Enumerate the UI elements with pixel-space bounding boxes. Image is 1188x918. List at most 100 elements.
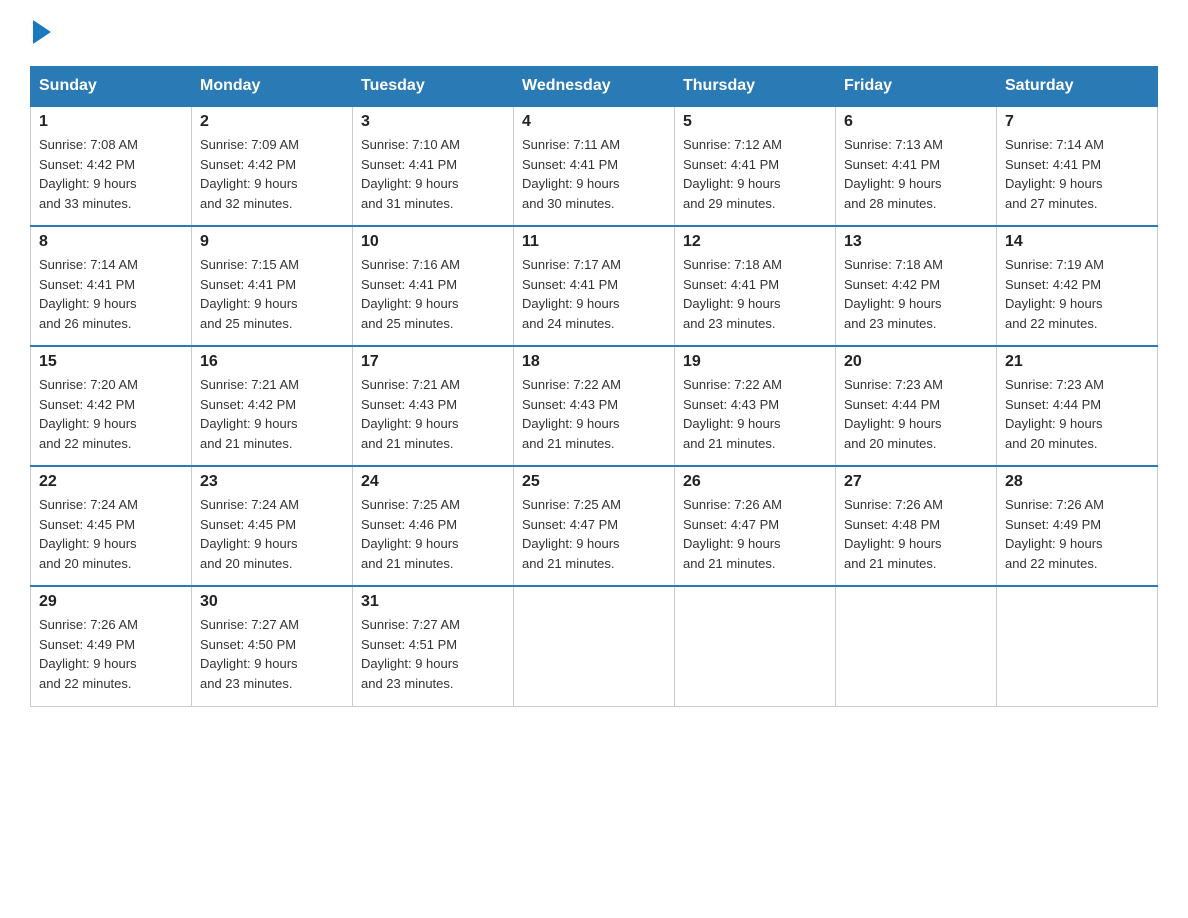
day-number: 31 [361, 593, 505, 611]
day-number: 21 [1005, 353, 1149, 371]
calendar-cell: 15 Sunrise: 7:20 AMSunset: 4:42 PMDayligh… [31, 346, 192, 466]
day-info: Sunrise: 7:12 AMSunset: 4:41 PMDaylight:… [683, 135, 827, 213]
col-header-wednesday: Wednesday [514, 67, 675, 107]
day-info: Sunrise: 7:26 AMSunset: 4:47 PMDaylight:… [683, 495, 827, 573]
calendar-cell: 31 Sunrise: 7:27 AMSunset: 4:51 PMDayligh… [353, 586, 514, 706]
calendar-cell: 16 Sunrise: 7:21 AMSunset: 4:42 PMDayligh… [192, 346, 353, 466]
calendar-cell [997, 586, 1158, 706]
day-number: 23 [200, 473, 344, 491]
col-header-sunday: Sunday [31, 67, 192, 107]
day-info: Sunrise: 7:11 AMSunset: 4:41 PMDaylight:… [522, 135, 666, 213]
day-number: 13 [844, 233, 988, 251]
day-info: Sunrise: 7:25 AMSunset: 4:47 PMDaylight:… [522, 495, 666, 573]
day-info: Sunrise: 7:26 AMSunset: 4:48 PMDaylight:… [844, 495, 988, 573]
day-number: 29 [39, 593, 183, 611]
calendar-cell [514, 586, 675, 706]
day-number: 30 [200, 593, 344, 611]
day-info: Sunrise: 7:24 AMSunset: 4:45 PMDaylight:… [39, 495, 183, 573]
logo-arrow-icon [33, 20, 51, 44]
calendar-cell: 29 Sunrise: 7:26 AMSunset: 4:49 PMDayligh… [31, 586, 192, 706]
day-info: Sunrise: 7:14 AMSunset: 4:41 PMDaylight:… [39, 255, 183, 333]
day-info: Sunrise: 7:10 AMSunset: 4:41 PMDaylight:… [361, 135, 505, 213]
day-info: Sunrise: 7:25 AMSunset: 4:46 PMDaylight:… [361, 495, 505, 573]
col-header-saturday: Saturday [997, 67, 1158, 107]
day-number: 7 [1005, 113, 1149, 131]
day-number: 12 [683, 233, 827, 251]
calendar-cell: 10 Sunrise: 7:16 AMSunset: 4:41 PMDayligh… [353, 226, 514, 346]
day-info: Sunrise: 7:27 AMSunset: 4:51 PMDaylight:… [361, 615, 505, 693]
day-number: 5 [683, 113, 827, 131]
calendar-header-row: SundayMondayTuesdayWednesdayThursdayFrid… [31, 67, 1158, 107]
calendar-cell: 17Sunrise: 7:21 AMSunset: 4:43 PMDayligh… [353, 346, 514, 466]
day-number: 19 [683, 353, 827, 371]
calendar-cell: 13 Sunrise: 7:18 AMSunset: 4:42 PMDayligh… [836, 226, 997, 346]
day-number: 3 [361, 113, 505, 131]
day-number: 25 [522, 473, 666, 491]
day-number: 1 [39, 113, 183, 131]
calendar-cell: 4 Sunrise: 7:11 AMSunset: 4:41 PMDaylight… [514, 106, 675, 226]
calendar-week-row: 22 Sunrise: 7:24 AMSunset: 4:45 PMDayligh… [31, 466, 1158, 586]
calendar-cell: 8 Sunrise: 7:14 AMSunset: 4:41 PMDaylight… [31, 226, 192, 346]
page-header [30, 20, 1158, 46]
day-info: Sunrise: 7:26 AMSunset: 4:49 PMDaylight:… [1005, 495, 1149, 573]
calendar-week-row: 8 Sunrise: 7:14 AMSunset: 4:41 PMDaylight… [31, 226, 1158, 346]
calendar-week-row: 15 Sunrise: 7:20 AMSunset: 4:42 PMDayligh… [31, 346, 1158, 466]
day-info: Sunrise: 7:27 AMSunset: 4:50 PMDaylight:… [200, 615, 344, 693]
calendar-cell [675, 586, 836, 706]
day-info: Sunrise: 7:19 AMSunset: 4:42 PMDaylight:… [1005, 255, 1149, 333]
calendar-cell: 30 Sunrise: 7:27 AMSunset: 4:50 PMDayligh… [192, 586, 353, 706]
day-number: 4 [522, 113, 666, 131]
calendar-cell: 19Sunrise: 7:22 AMSunset: 4:43 PMDayligh… [675, 346, 836, 466]
day-info: Sunrise: 7:18 AMSunset: 4:41 PMDaylight:… [683, 255, 827, 333]
day-info: Sunrise: 7:24 AMSunset: 4:45 PMDaylight:… [200, 495, 344, 573]
calendar-cell: 28Sunrise: 7:26 AMSunset: 4:49 PMDayligh… [997, 466, 1158, 586]
day-number: 8 [39, 233, 183, 251]
calendar-cell: 21 Sunrise: 7:23 AMSunset: 4:44 PMDayligh… [997, 346, 1158, 466]
calendar-cell: 22 Sunrise: 7:24 AMSunset: 4:45 PMDayligh… [31, 466, 192, 586]
logo-text [30, 20, 51, 46]
day-number: 2 [200, 113, 344, 131]
calendar-cell: 3 Sunrise: 7:10 AMSunset: 4:41 PMDaylight… [353, 106, 514, 226]
day-info: Sunrise: 7:21 AMSunset: 4:42 PMDaylight:… [200, 375, 344, 453]
day-info: Sunrise: 7:18 AMSunset: 4:42 PMDaylight:… [844, 255, 988, 333]
day-number: 22 [39, 473, 183, 491]
calendar-cell: 11Sunrise: 7:17 AMSunset: 4:41 PMDayligh… [514, 226, 675, 346]
calendar-cell: 25 Sunrise: 7:25 AMSunset: 4:47 PMDayligh… [514, 466, 675, 586]
day-number: 27 [844, 473, 988, 491]
day-info: Sunrise: 7:20 AMSunset: 4:42 PMDaylight:… [39, 375, 183, 453]
col-header-thursday: Thursday [675, 67, 836, 107]
logo [30, 20, 51, 46]
col-header-tuesday: Tuesday [353, 67, 514, 107]
day-info: Sunrise: 7:16 AMSunset: 4:41 PMDaylight:… [361, 255, 505, 333]
col-header-monday: Monday [192, 67, 353, 107]
calendar-cell [836, 586, 997, 706]
calendar-cell: 26 Sunrise: 7:26 AMSunset: 4:47 PMDayligh… [675, 466, 836, 586]
calendar-table: SundayMondayTuesdayWednesdayThursdayFrid… [30, 66, 1158, 707]
day-info: Sunrise: 7:15 AMSunset: 4:41 PMDaylight:… [200, 255, 344, 333]
day-info: Sunrise: 7:14 AMSunset: 4:41 PMDaylight:… [1005, 135, 1149, 213]
calendar-cell: 14 Sunrise: 7:19 AMSunset: 4:42 PMDayligh… [997, 226, 1158, 346]
day-info: Sunrise: 7:08 AMSunset: 4:42 PMDaylight:… [39, 135, 183, 213]
day-number: 14 [1005, 233, 1149, 251]
day-info: Sunrise: 7:17 AMSunset: 4:41 PMDaylight:… [522, 255, 666, 333]
day-info: Sunrise: 7:23 AMSunset: 4:44 PMDaylight:… [1005, 375, 1149, 453]
calendar-cell: 27 Sunrise: 7:26 AMSunset: 4:48 PMDayligh… [836, 466, 997, 586]
day-info: Sunrise: 7:26 AMSunset: 4:49 PMDaylight:… [39, 615, 183, 693]
calendar-cell: 9 Sunrise: 7:15 AMSunset: 4:41 PMDaylight… [192, 226, 353, 346]
day-number: 20 [844, 353, 988, 371]
calendar-cell: 5 Sunrise: 7:12 AMSunset: 4:41 PMDaylight… [675, 106, 836, 226]
calendar-week-row: 1 Sunrise: 7:08 AMSunset: 4:42 PMDaylight… [31, 106, 1158, 226]
day-number: 6 [844, 113, 988, 131]
day-number: 15 [39, 353, 183, 371]
day-info: Sunrise: 7:22 AMSunset: 4:43 PMDaylight:… [522, 375, 666, 453]
calendar-cell: 18Sunrise: 7:22 AMSunset: 4:43 PMDayligh… [514, 346, 675, 466]
calendar-cell: 23 Sunrise: 7:24 AMSunset: 4:45 PMDayligh… [192, 466, 353, 586]
calendar-cell: 20Sunrise: 7:23 AMSunset: 4:44 PMDayligh… [836, 346, 997, 466]
day-number: 16 [200, 353, 344, 371]
day-number: 10 [361, 233, 505, 251]
calendar-cell: 6Sunrise: 7:13 AMSunset: 4:41 PMDaylight… [836, 106, 997, 226]
day-number: 26 [683, 473, 827, 491]
day-number: 9 [200, 233, 344, 251]
day-info: Sunrise: 7:21 AMSunset: 4:43 PMDaylight:… [361, 375, 505, 453]
day-number: 24 [361, 473, 505, 491]
